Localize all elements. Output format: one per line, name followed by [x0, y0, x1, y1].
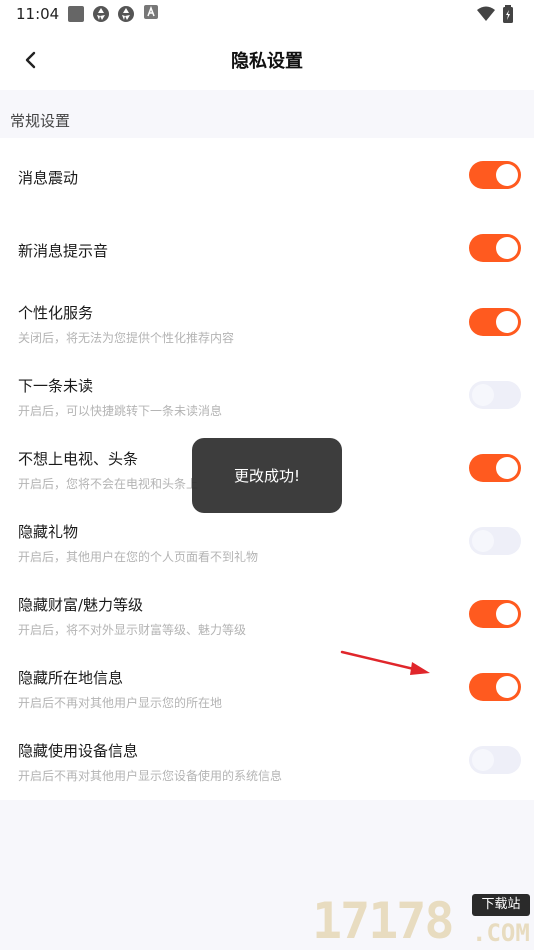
setting-title: 消息震动 — [18, 169, 79, 187]
hide-wealth-level-toggle[interactable] — [469, 600, 521, 628]
setting-description: 开启后，其他用户在您的个人页面看不到礼物 — [18, 550, 259, 564]
hide-device-info-toggle[interactable] — [469, 746, 521, 774]
watermark-number: 17178 — [312, 892, 455, 950]
toggle-knob — [496, 311, 518, 333]
toast: 更改成功! — [192, 438, 342, 513]
watermark-logo: 17178 下载站 .COM — [312, 892, 534, 950]
next-unread-toggle[interactable] — [469, 381, 521, 409]
wifi-icon — [477, 6, 495, 21]
toast-message: 更改成功! — [233, 467, 300, 485]
annotation-arrow-icon — [340, 650, 430, 675]
setting-row-personalized-service: 个性化服务 关闭后，将无法为您提供个性化推荐内容 — [0, 284, 534, 357]
setting-title: 隐藏使用设备信息 — [18, 742, 139, 760]
setting-row-message-vibration: 消息震动 — [0, 138, 534, 211]
setting-row-hide-device-info: 隐藏使用设备信息 开启后不再对其他用户显示您设备使用的系统信息 — [0, 722, 534, 795]
setting-title: 下一条未读 — [18, 377, 94, 395]
setting-description: 开启后，将不对外显示财富等级、魅力等级 — [18, 623, 247, 637]
setting-title: 不想上电视、头条 — [18, 450, 139, 468]
toggle-knob — [496, 237, 518, 259]
setting-row-hide-location: 隐藏所在地信息 开启后不再对其他用户显示您的所在地 — [0, 649, 534, 722]
aperture-icon — [93, 6, 109, 22]
watermark-domain: .COM — [472, 919, 530, 947]
setting-title: 新消息提示音 — [18, 242, 109, 260]
aperture-icon — [118, 6, 134, 22]
setting-row-hide-gifts: 隐藏礼物 开启后，其他用户在您的个人页面看不到礼物 — [0, 503, 534, 576]
toggle-knob — [496, 603, 518, 625]
no-tv-headline-toggle[interactable] — [469, 454, 521, 482]
battery-charging-icon — [503, 5, 513, 23]
setting-row-new-message-sound: 新消息提示音 — [0, 211, 534, 284]
toggle-knob — [496, 676, 518, 698]
status-system-icons — [476, 5, 520, 23]
setting-description: 开启后不再对其他用户显示您的所在地 — [18, 696, 223, 710]
square-app-icon — [68, 6, 84, 22]
status-time: 11:04 — [16, 5, 60, 23]
hide-location-toggle[interactable] — [469, 673, 521, 701]
personalized-service-toggle[interactable] — [469, 308, 521, 336]
setting-row-next-unread: 下一条未读 开启后，可以快捷跳转下一条未读消息 — [0, 357, 534, 430]
a-badge-icon — [144, 5, 158, 19]
toggle-knob — [472, 530, 494, 552]
page-title: 隐私设置 — [231, 51, 303, 72]
setting-title: 个性化服务 — [18, 304, 94, 322]
setting-row-hide-wealth-level: 隐藏财富/魅力等级 开启后，将不对外显示财富等级、魅力等级 — [0, 576, 534, 649]
toggle-knob — [472, 384, 494, 406]
nav-bar: 隐私设置 — [0, 30, 534, 90]
toggle-knob — [472, 749, 494, 771]
section-header: 常规设置 — [0, 90, 534, 138]
section-title: 常规设置 — [10, 112, 71, 130]
setting-title: 隐藏礼物 — [18, 523, 79, 541]
watermark-tag: 下载站 — [472, 894, 530, 916]
setting-description: 开启后，您将不会在电视和头条上 — [18, 477, 199, 491]
new-message-sound-toggle[interactable] — [469, 234, 521, 262]
toggle-knob — [496, 457, 518, 479]
setting-description: 开启后，可以快捷跳转下一条未读消息 — [18, 404, 223, 418]
setting-title: 隐藏财富/魅力等级 — [18, 596, 144, 614]
setting-description: 开启后不再对其他用户显示您设备使用的系统信息 — [18, 769, 283, 783]
toggle-knob — [496, 164, 518, 186]
setting-description: 关闭后，将无法为您提供个性化推荐内容 — [18, 331, 235, 345]
hide-gifts-toggle[interactable] — [469, 527, 521, 555]
setting-title: 隐藏所在地信息 — [18, 669, 124, 687]
message-vibration-toggle[interactable] — [469, 161, 521, 189]
status-bar: 11:04 — [0, 0, 534, 30]
